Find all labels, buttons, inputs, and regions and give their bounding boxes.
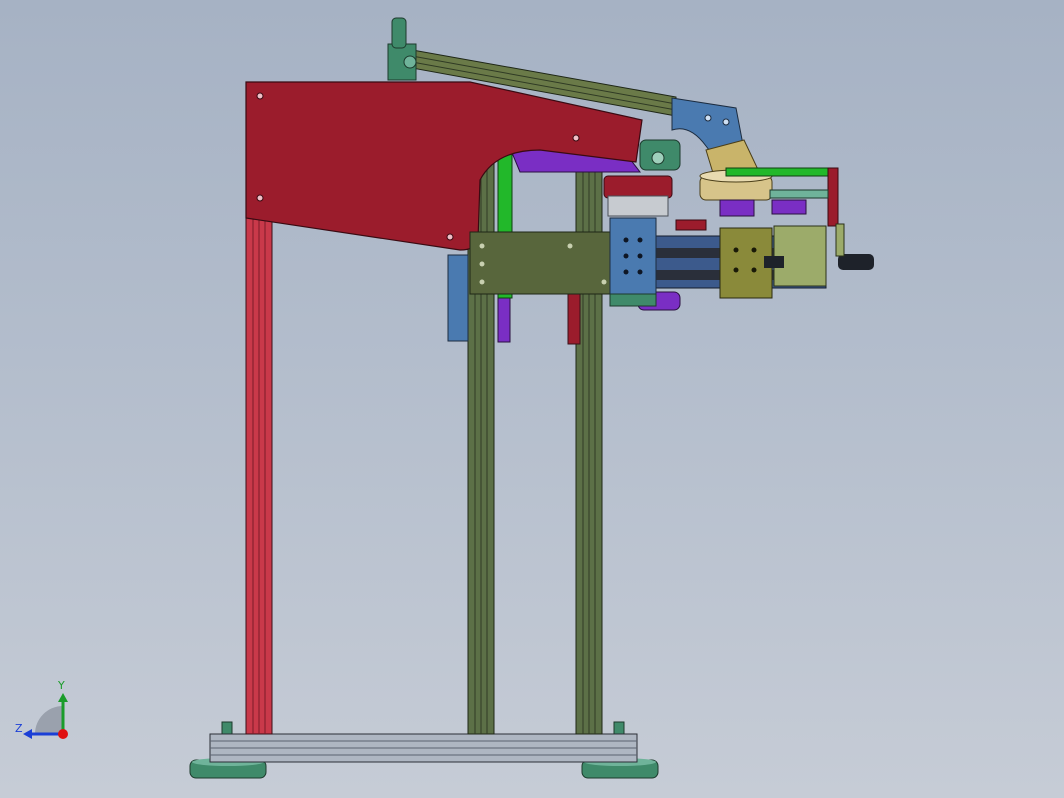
cad-viewport[interactable]: Y Z bbox=[0, 0, 1064, 798]
base-rail bbox=[209, 733, 638, 763]
orientation-triad bbox=[23, 693, 68, 739]
machine-assembly-model[interactable] bbox=[0, 0, 1064, 798]
servo-motor bbox=[764, 223, 874, 287]
y-axis-label: Y bbox=[58, 679, 65, 692]
blue-slider-block bbox=[609, 217, 657, 307]
z-axis-label: Z bbox=[15, 722, 23, 735]
carriage-plate bbox=[469, 231, 621, 295]
drive-pulley bbox=[603, 175, 673, 217]
pivot-joint bbox=[639, 139, 681, 171]
